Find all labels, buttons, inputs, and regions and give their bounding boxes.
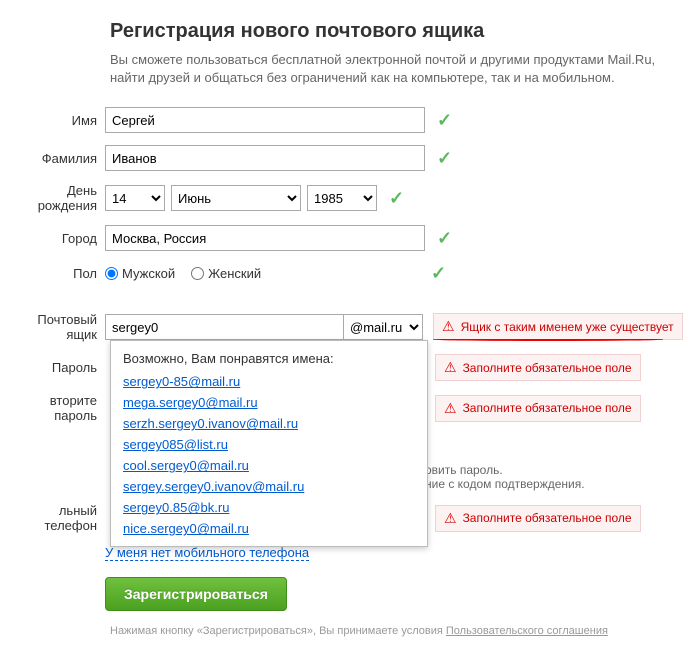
lastname-input[interactable]: [105, 145, 425, 171]
gender-female-radio[interactable]: Женский: [191, 266, 261, 281]
suggestion-item[interactable]: cool.sergey0@mail.ru: [123, 458, 415, 473]
error-text: Заполните обязательное поле: [463, 401, 632, 415]
error-text: Заполните обязательное поле: [463, 361, 632, 375]
agreement-link[interactable]: Пользовательского соглашения: [446, 625, 608, 637]
suggestion-item[interactable]: nice.sergey0@mail.ru: [123, 521, 415, 536]
suggestion-item[interactable]: sergey0.85@bk.ru: [123, 500, 415, 515]
gender-male-input[interactable]: [105, 267, 118, 280]
label-password: Пароль: [10, 360, 105, 375]
firstname-input[interactable]: [105, 107, 425, 133]
gender-male-radio[interactable]: Мужской: [105, 266, 175, 281]
no-phone-link[interactable]: У меня нет мобильного телефона: [105, 545, 309, 561]
check-icon: ✓: [389, 188, 404, 209]
gender-female-input[interactable]: [191, 267, 204, 280]
label-mailbox: Почтовый ящик: [10, 312, 105, 342]
warning-icon: ⚠: [444, 359, 457, 376]
error-password-required: ⚠ Заполните обязательное поле: [435, 354, 641, 381]
suggestion-item[interactable]: sergey085@list.ru: [123, 437, 415, 452]
check-icon: ✓: [437, 228, 452, 249]
label-gender: Пол: [10, 266, 105, 281]
gender-male-label: Мужской: [122, 266, 175, 281]
domain-select[interactable]: @mail.ru: [343, 314, 423, 340]
submit-button[interactable]: Зарегистрироваться: [105, 577, 287, 611]
gender-female-label: Женский: [208, 266, 261, 281]
label-phone: льный телефон: [10, 503, 105, 533]
error-phone-required: ⚠ Заполните обязательное поле: [435, 505, 641, 532]
warning-icon: ⚠: [442, 318, 455, 335]
error-mailbox-exists: ⚠ Ящик с таким именем уже существует: [433, 313, 683, 340]
label-password2: вторите пароль: [10, 393, 105, 423]
row-lastname: Фамилия ✓: [10, 145, 684, 171]
warning-icon: ⚠: [444, 400, 457, 417]
row-birthday: День рождения 14 Июнь 1985 ✓: [10, 183, 684, 213]
row-firstname: Имя ✓: [10, 107, 684, 133]
row-submit: Зарегистрироваться: [10, 577, 684, 611]
error-text: Заполните обязательное поле: [463, 511, 632, 525]
check-icon: ✓: [437, 148, 452, 169]
mailbox-input[interactable]: [105, 314, 343, 340]
label-firstname: Имя: [10, 113, 105, 128]
recover-hint: овить пароль. ние с кодом подтверждения.: [425, 463, 585, 491]
suggestion-list: sergey0-85@mail.ru mega.sergey0@mail.ru …: [123, 374, 415, 536]
row-city: Город ✓: [10, 225, 684, 251]
error-text: Ящик с таким именем уже существует: [461, 320, 674, 334]
suggestion-dropdown: Возможно, Вам понравятся имена: sergey0-…: [110, 340, 428, 547]
suggestion-title: Возможно, Вам понравятся имена:: [123, 351, 415, 366]
error-password2-required: ⚠ Заполните обязательное поле: [435, 395, 641, 422]
suggestion-item[interactable]: mega.sergey0@mail.ru: [123, 395, 415, 410]
city-input[interactable]: [105, 225, 425, 251]
error-underline: [433, 338, 663, 341]
label-birthday: День рождения: [10, 183, 105, 213]
label-city: Город: [10, 231, 105, 246]
birthday-year-select[interactable]: 1985: [307, 185, 377, 211]
page-subtext: Вы сможете пользоваться бесплатной элект…: [110, 51, 670, 87]
suggestion-item[interactable]: serzh.sergey0.ivanov@mail.ru: [123, 416, 415, 431]
check-icon: ✓: [431, 263, 446, 284]
birthday-month-select[interactable]: Июнь: [171, 185, 301, 211]
check-icon: ✓: [437, 110, 452, 131]
birthday-day-select[interactable]: 14: [105, 185, 165, 211]
row-gender: Пол Мужской Женский ✓: [10, 263, 684, 284]
page-title: Регистрация нового почтового ящика: [110, 20, 684, 43]
suggestion-item[interactable]: sergey.sergey0.ivanov@mail.ru: [123, 479, 415, 494]
suggestion-item[interactable]: sergey0-85@mail.ru: [123, 374, 415, 389]
row-no-phone-link: У меня нет мобильного телефона: [10, 545, 684, 561]
warning-icon: ⚠: [444, 510, 457, 527]
footer-text: Нажимая кнопку «Зарегистрироваться», Вы …: [110, 625, 684, 637]
label-lastname: Фамилия: [10, 151, 105, 166]
row-mailbox: Почтовый ящик @mail.ru ⚠ Ящик с таким им…: [10, 312, 684, 342]
